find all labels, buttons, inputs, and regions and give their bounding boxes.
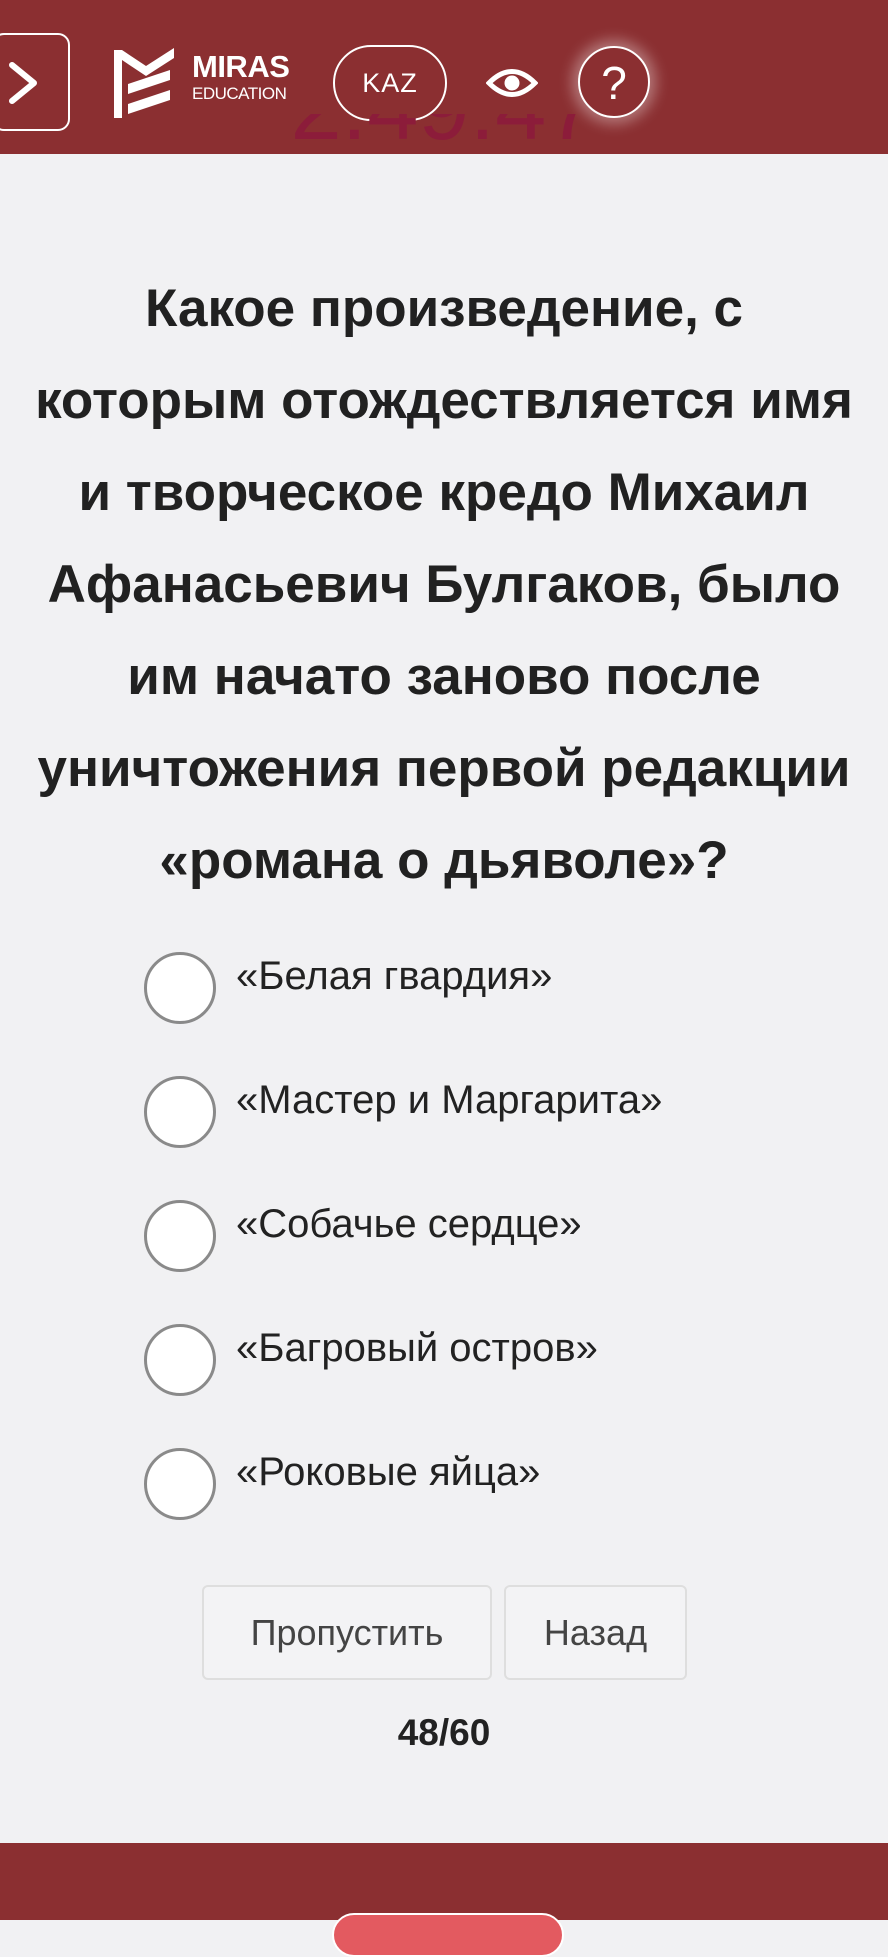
question-line: Какое произведение, с [144, 279, 744, 338]
question-line: «романа о дьяволе»? [159, 831, 729, 890]
logo-subtitle: EDUCATION [192, 84, 287, 103]
help-button[interactable]: ? [578, 46, 650, 118]
logo-mark-icon [114, 48, 174, 118]
question-line: и творческое кредо Михаил [78, 463, 810, 522]
answer-option[interactable]: «Мастер и Маргарита» [144, 1072, 844, 1152]
question-line: им начато заново после [127, 647, 761, 706]
radio-button[interactable] [144, 1448, 216, 1520]
miras-education-logo[interactable]: MIRAS EDUCATION [112, 44, 298, 124]
radio-button[interactable] [144, 1076, 216, 1148]
question-line: которым отождествляется имя [35, 371, 853, 430]
eye-icon [485, 69, 539, 97]
question-progress: 48/60 [397, 1712, 491, 1753]
radio-button[interactable] [144, 1200, 216, 1272]
visibility-button[interactable] [485, 58, 539, 108]
option-label: «Багровый остров» [236, 1326, 598, 1370]
countdown-timer: 2:49:47 [0, 114, 888, 154]
option-label: «Собачье сердце» [236, 1202, 582, 1246]
question-line: уничтожения первой редакции [37, 739, 851, 798]
answer-option[interactable]: «Собачье сердце» [144, 1196, 844, 1276]
option-label: «Роковые яйца» [236, 1450, 541, 1494]
answer-option[interactable]: «Роковые яйца» [144, 1444, 844, 1524]
timer-value: 2:49:47 [0, 114, 888, 154]
language-button[interactable]: KAZ [333, 45, 447, 121]
question-text: Какое произведение, с которым отождествл… [0, 263, 888, 907]
logo-name: MIRAS [192, 49, 290, 84]
skip-button[interactable]: Пропустить [202, 1585, 492, 1680]
chevron-right-icon [9, 62, 37, 104]
radio-button[interactable] [144, 952, 216, 1024]
bottom-bar [0, 1843, 888, 1957]
option-label: «Мастер и Маргарита» [236, 1078, 663, 1122]
question-line: Афанасьевич Булгаков, было [47, 555, 841, 614]
answer-option[interactable]: «Багровый остров» [144, 1320, 844, 1400]
answer-option[interactable]: «Белая гвардия» [144, 948, 844, 1028]
radio-button[interactable] [144, 1324, 216, 1396]
back-button[interactable]: Назад [504, 1585, 687, 1680]
option-label: «Белая гвардия» [236, 954, 553, 998]
